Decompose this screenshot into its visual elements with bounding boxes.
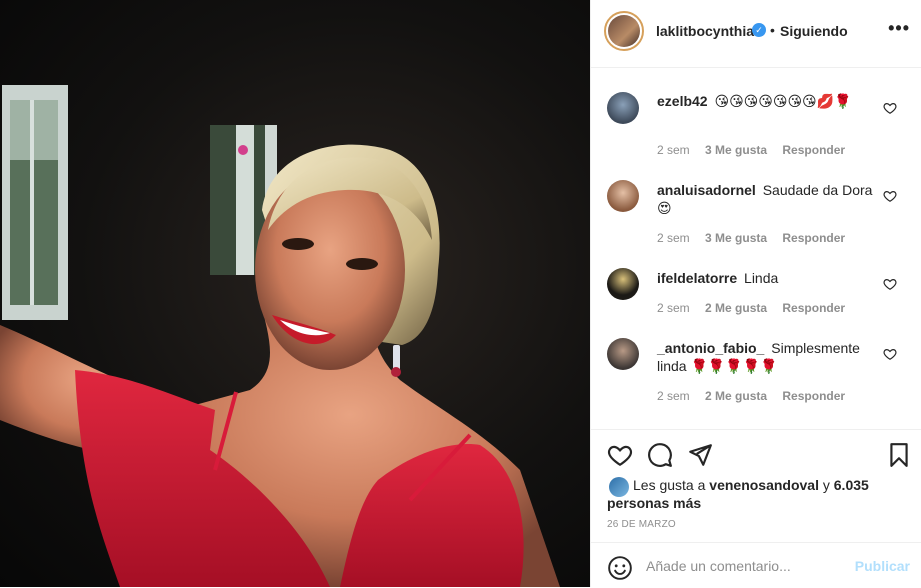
comment-meta: 2 sem 3 Me gusta Responder (657, 231, 857, 245)
comment-text: 😘😘😘😘😘😘😘💋🌹 (714, 93, 852, 109)
post-header: laklitbocynthia ✓ • Siguiendo ••• (591, 0, 921, 68)
like-heart-icon[interactable] (607, 442, 633, 468)
comment-likes[interactable]: 3 Me gusta (705, 231, 767, 245)
comment-body: ifeldelatorre Linda (657, 269, 877, 287)
comment-bubble-icon[interactable] (647, 442, 673, 468)
heart-icon[interactable] (883, 347, 897, 361)
comment-body: _antonio_fabio_ Simplesmente linda 🌹🌹🌹🌹🌹 (657, 339, 877, 375)
publish-button[interactable]: Publicar (855, 558, 910, 574)
comment-age: 2 sem (657, 143, 690, 157)
author-username[interactable]: laklitbocynthia (656, 23, 754, 39)
commenter-avatar[interactable] (607, 268, 639, 300)
commenter-username[interactable]: ifeldelatorre (657, 270, 737, 286)
commenter-avatar[interactable] (607, 180, 639, 212)
commenter-avatar[interactable] (607, 92, 639, 124)
commenter-username[interactable]: analuisadornel (657, 182, 756, 198)
post-details-panel: laklitbocynthia ✓ • Siguiendo ••• ezelb4… (590, 0, 921, 587)
commenter-username[interactable]: _antonio_fabio_ (657, 340, 764, 356)
heart-icon[interactable] (883, 189, 897, 203)
comment-likes[interactable]: 3 Me gusta (705, 143, 767, 157)
selfie-photo (0, 85, 560, 587)
add-comment-bar: Publicar (591, 542, 921, 588)
reply-button[interactable]: Responder (782, 231, 845, 245)
emoji-icon[interactable] (607, 555, 633, 581)
comment-text: Linda (744, 270, 779, 286)
more-options-icon[interactable]: ••• (888, 19, 910, 37)
author-avatar[interactable] (604, 11, 644, 51)
comment-likes[interactable]: 2 Me gusta (705, 301, 767, 315)
comment-meta: 2 sem 3 Me gusta Responder (657, 143, 857, 157)
likes-prefix: Les gusta a (633, 477, 706, 493)
comment-age: 2 sem (657, 231, 690, 245)
comment-age: 2 sem (657, 389, 690, 403)
bookmark-icon[interactable] (886, 442, 912, 468)
likes-conjunction: y (822, 477, 830, 493)
header-separator: • (770, 22, 775, 38)
comment-body: ezelb42 😘😘😘😘😘😘😘💋🌹 (657, 92, 877, 110)
heart-icon[interactable] (883, 277, 897, 291)
commenter-avatar[interactable] (607, 338, 639, 370)
likes-summary: Les gusta a venenosandoval y 6.035 perso… (607, 476, 907, 512)
comment-likes[interactable]: 2 Me gusta (705, 389, 767, 403)
liker-username[interactable]: venenosandoval (709, 477, 819, 493)
face (255, 170, 405, 370)
comment-body: analuisadornel Saudade da Dora 😍 (657, 181, 877, 217)
comment-age: 2 sem (657, 301, 690, 315)
comment-input[interactable] (646, 555, 846, 577)
reply-button[interactable]: Responder (782, 389, 845, 403)
post-image[interactable] (0, 0, 590, 587)
verified-badge-icon: ✓ (752, 23, 766, 37)
following-button[interactable]: Siguiendo (780, 23, 848, 39)
comment-meta: 2 sem 2 Me gusta Responder (657, 389, 857, 403)
reply-button[interactable]: Responder (782, 301, 845, 315)
heart-icon[interactable] (883, 101, 897, 115)
reply-button[interactable]: Responder (782, 143, 845, 157)
post-actions: Les gusta a venenosandoval y 6.035 perso… (591, 429, 921, 587)
commenter-username[interactable]: ezelb42 (657, 93, 708, 109)
comment-meta: 2 sem 2 Me gusta Responder (657, 301, 857, 315)
share-send-icon[interactable] (687, 442, 713, 468)
post-date[interactable]: 26 DE MARZO (607, 519, 676, 530)
